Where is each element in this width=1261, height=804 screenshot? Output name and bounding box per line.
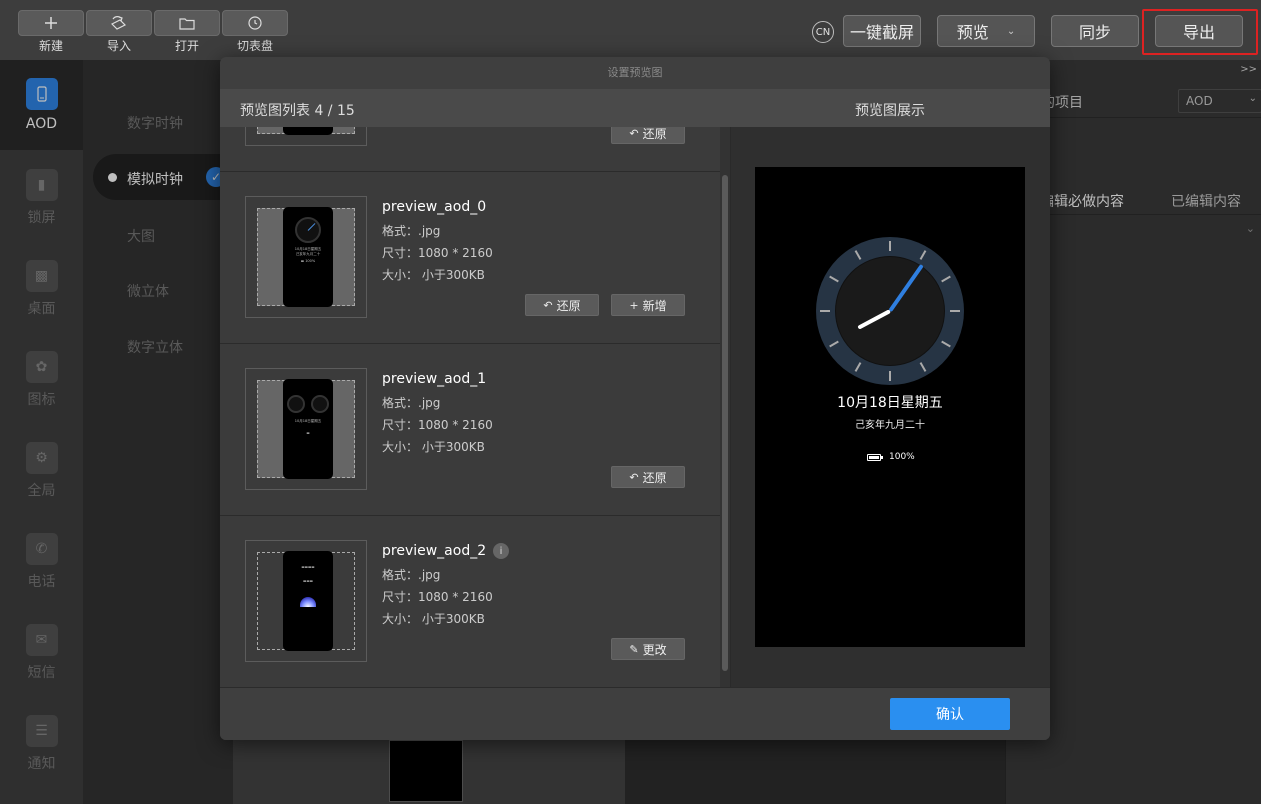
folder-icon xyxy=(154,10,220,36)
preview-settings-dialog: 设置预览图 预览图列表 4 / 15 预览图展示 ↶ 还原 10月18日星期五 … xyxy=(220,57,1050,740)
dialog-footer: 确认 xyxy=(220,687,1050,740)
import-icon xyxy=(86,10,152,36)
clock-tick xyxy=(889,371,891,381)
screenshot-button[interactable]: 一键截屏 xyxy=(843,15,921,47)
clock-tick xyxy=(950,310,960,312)
switch-watchface-button[interactable]: 切表盘 xyxy=(222,10,288,53)
restore-button[interactable]: ↶ 还原 xyxy=(611,127,685,144)
switch-watchface-label: 切表盘 xyxy=(236,39,273,53)
add-label: 新增 xyxy=(642,298,667,313)
mini-battery-text: ▬ xyxy=(306,431,310,435)
preview-dimensions: 尺寸：1080 * 2160 xyxy=(382,418,493,432)
preview-thumbnail: ▬▬▬▬ ▬▬▬ xyxy=(245,540,367,662)
top-toolbar: 新建 导入 打开 切表盘 CN 一键截屏 预览 ⌄ 同步 导出 xyxy=(0,0,1261,60)
dialog-header: 预览图列表 4 / 15 预览图展示 xyxy=(220,89,1050,127)
preview-format: 格式：.jpg xyxy=(382,396,441,410)
preview-date: 10月18日星期五 xyxy=(837,395,943,411)
restore-button[interactable]: ↶ 还原 xyxy=(525,294,599,316)
list-item: 10月18日星期五 ▬ preview_aod_1 格式：.jpg 尺寸：108… xyxy=(220,343,720,515)
preview-thumbnail: 10月18日星期五 ▬ xyxy=(245,368,367,490)
clock-tick xyxy=(820,310,830,312)
preview-display-pane: 10月18日星期五 己亥年九月二十 100% xyxy=(731,127,1050,687)
preview-phone-screen: 10月18日星期五 己亥年九月二十 100% xyxy=(755,167,1025,647)
mini-lunar-text: 己亥年九月二十 xyxy=(295,252,321,256)
restore-label: 还原 xyxy=(642,127,667,141)
language-toggle[interactable]: CN xyxy=(812,21,834,43)
undo-icon: ↶ xyxy=(543,298,553,312)
preview-name: preview_aod_0 xyxy=(382,199,487,215)
preview-filesize: 大小： 小于300KB xyxy=(382,612,485,626)
preview-lunar-date: 己亥年九月二十 xyxy=(855,420,925,431)
open-button[interactable]: 打开 xyxy=(154,10,220,53)
new-button[interactable]: 新建 xyxy=(18,10,84,53)
list-item: ▬▬▬▬ ▬▬▬ preview_aod_2 i 格式：.jpg 尺寸：1080… xyxy=(220,515,720,687)
thumbnail-frame xyxy=(257,127,355,135)
list-scrollbar-thumb[interactable] xyxy=(722,175,728,671)
restore-label: 还原 xyxy=(642,470,667,485)
battery-percentage: 100% xyxy=(889,452,915,462)
restore-label: 还原 xyxy=(556,298,581,313)
preview-dimensions: 尺寸：1080 * 2160 xyxy=(382,246,493,260)
sync-button[interactable]: 同步 xyxy=(1051,15,1139,47)
chevron-down-icon: ⌄ xyxy=(1006,25,1016,37)
export-highlight-frame xyxy=(1142,9,1258,55)
preview-dimensions: 尺寸：1080 * 2160 xyxy=(382,590,493,604)
preview-thumbnail xyxy=(245,127,367,146)
thumbnail-frame: ▬▬▬▬ ▬▬▬ xyxy=(257,551,355,651)
mini-title-text: ▬▬▬▬ xyxy=(301,565,315,569)
app-root: 新建 导入 打开 切表盘 CN 一键截屏 预览 ⌄ 同步 导出 AOD ▮ 锁屏… xyxy=(0,0,1261,804)
import-label: 导入 xyxy=(106,39,131,53)
restore-button[interactable]: ↶ 还原 xyxy=(611,466,685,488)
battery-icon xyxy=(867,454,883,461)
new-label: 新建 xyxy=(38,39,63,53)
battery-fill xyxy=(869,456,879,459)
preview-format: 格式：.jpg xyxy=(382,224,441,238)
preview-filesize: 大小： 小于300KB xyxy=(382,268,485,282)
add-button[interactable]: + 新增 xyxy=(611,294,685,316)
list-item: ↶ 还原 xyxy=(220,127,720,171)
battery-nub xyxy=(881,456,883,459)
preview-filesize: 大小： 小于300KB xyxy=(382,440,485,454)
preview-display-title: 预览图展示 xyxy=(855,103,925,119)
change-label: 更改 xyxy=(642,642,667,657)
edit-icon: ✎ xyxy=(629,642,639,656)
preview-dropdown[interactable]: 预览 ⌄ xyxy=(937,15,1035,47)
thumbnail-phone xyxy=(283,127,333,135)
thumbnail-frame: 10月18日星期五 ▬ xyxy=(257,379,355,479)
undo-icon: ↶ xyxy=(629,470,639,484)
mini-battery-text: ▬ 100% xyxy=(300,259,316,263)
thumbnail-frame: 10月18日星期五 己亥年九月二十 ▬ 100% xyxy=(257,207,355,307)
thumbnail-phone: 10月18日星期五 ▬ xyxy=(283,379,333,479)
preview-name: preview_aod_1 xyxy=(382,371,487,387)
open-label: 打开 xyxy=(174,39,199,53)
preview-thumbnail: 10月18日星期五 己亥年九月二十 ▬ 100% xyxy=(245,196,367,318)
mini-analog-clock xyxy=(311,395,329,413)
clock-tick xyxy=(889,241,891,251)
mini-date-text: 10月18日星期五 xyxy=(294,419,322,423)
thumbnail-phone: ▬▬▬▬ ▬▬▬ xyxy=(283,551,333,651)
import-button[interactable]: 导入 xyxy=(86,10,152,53)
plus-icon: + xyxy=(629,298,639,312)
preview-label: 预览 xyxy=(956,23,989,42)
watch-icon xyxy=(222,10,288,36)
mini-analog-clock xyxy=(287,395,305,413)
change-button[interactable]: ✎ 更改 xyxy=(611,638,685,660)
mini-date-text: ▬▬▬ xyxy=(303,579,313,583)
info-icon[interactable]: i xyxy=(493,543,509,559)
confirm-button[interactable]: 确认 xyxy=(890,698,1010,730)
thumbnail-phone: 10月18日星期五 己亥年九月二十 ▬ 100% xyxy=(283,207,333,307)
dialog-title: 设置预览图 xyxy=(607,66,663,79)
undo-icon: ↶ xyxy=(629,127,639,140)
list-item: 10月18日星期五 己亥年九月二十 ▬ 100% preview_aod_0 格… xyxy=(220,171,720,343)
mini-glow-graphic xyxy=(300,597,316,607)
preview-list-title: 预览图列表 4 / 15 xyxy=(240,103,355,119)
plus-icon xyxy=(18,10,84,36)
preview-list[interactable]: ↶ 还原 10月18日星期五 己亥年九月二十 ▬ 100% preview_ao… xyxy=(220,127,730,687)
preview-format: 格式：.jpg xyxy=(382,568,441,582)
preview-name: preview_aod_2 xyxy=(382,543,487,559)
